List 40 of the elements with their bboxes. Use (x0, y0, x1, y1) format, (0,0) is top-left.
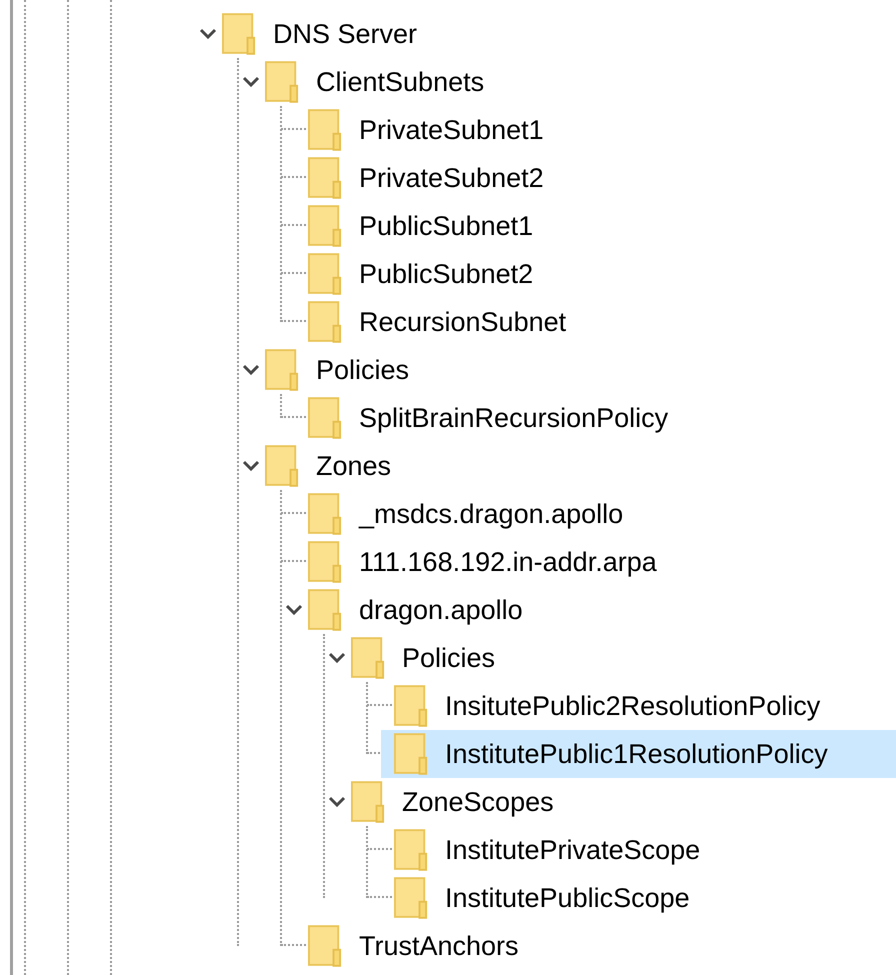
folder-icon (308, 397, 342, 439)
folder-icon (308, 157, 342, 199)
tree-item[interactable]: ZoneScopes (351, 778, 896, 826)
folder-icon (308, 205, 342, 247)
tree-item[interactable]: 111.168.192.in-addr.arpa (308, 538, 896, 586)
folder-icon (308, 589, 342, 631)
tree-item[interactable]: PublicSubnet2 (308, 250, 896, 298)
folder-icon (394, 733, 428, 775)
folder-icon (351, 637, 385, 679)
folder-icon (308, 109, 342, 151)
folder-icon (351, 781, 385, 823)
tree-item[interactable]: PublicSubnet1 (308, 202, 896, 250)
tree-item[interactable]: ClientSubnets (265, 58, 896, 106)
tree-item[interactable]: Zones (265, 442, 896, 490)
tree-item[interactable]: PrivateSubnet1 (308, 106, 896, 154)
folder-icon (394, 829, 428, 871)
tree-item[interactable]: _msdcs.dragon.apollo (308, 490, 896, 538)
folder-icon (265, 61, 299, 103)
folder-icon (394, 685, 428, 727)
folder-icon (394, 877, 428, 919)
folder-icon (222, 13, 256, 55)
tree-item[interactable]: DNS Server (222, 10, 896, 58)
tree-item[interactable]: Policies (351, 634, 896, 682)
tree-item[interactable]: InsitutePublic2ResolutionPolicy (394, 682, 896, 730)
folder-icon (265, 445, 299, 487)
tree-item[interactable]: InstitutePublic1ResolutionPolicy (381, 730, 896, 778)
tree-item[interactable]: dragon.apollo (308, 586, 896, 634)
tree-item[interactable]: SplitBrainRecursionPolicy (308, 394, 896, 442)
tree-item[interactable]: RecursionSubnet (308, 298, 896, 346)
tree-item[interactable]: TrustAnchors (308, 922, 896, 970)
folder-icon (308, 253, 342, 295)
tree-item[interactable]: Policies (265, 346, 896, 394)
folder-icon (308, 301, 342, 343)
folder-icon (308, 541, 342, 583)
folder-icon (308, 493, 342, 535)
folder-icon (265, 349, 299, 391)
tree-item[interactable]: InstitutePrivateScope (394, 826, 896, 874)
tree-item[interactable]: InstitutePublicScope (394, 874, 896, 922)
tree-item[interactable]: PrivateSubnet2 (308, 154, 896, 202)
folder-icon (308, 925, 342, 967)
